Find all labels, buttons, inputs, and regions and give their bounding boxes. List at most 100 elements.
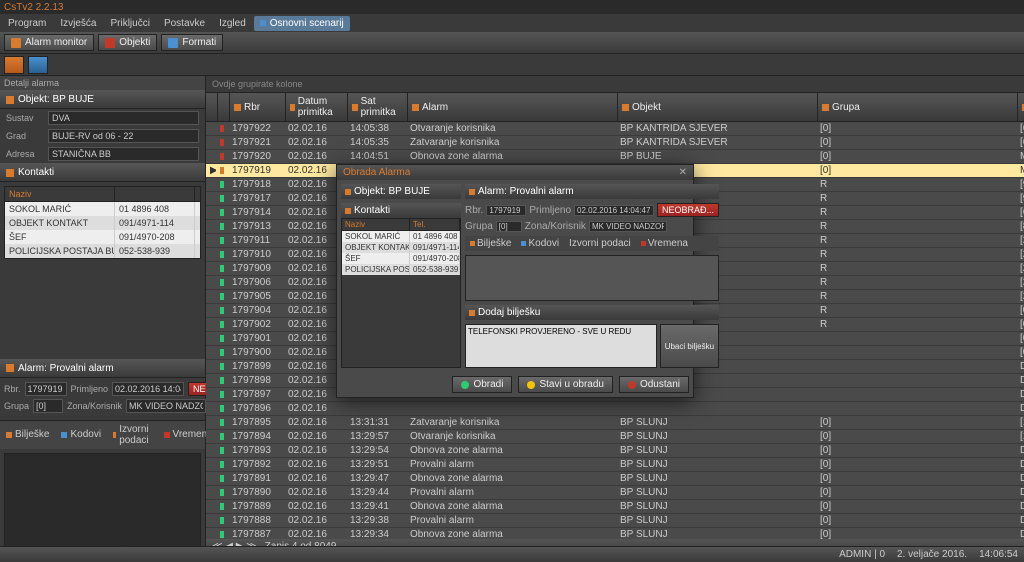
group-bar[interactable]: Ovdje grupirate kolone	[206, 76, 1024, 93]
dlg-note-textarea[interactable]	[465, 324, 657, 368]
table-row[interactable]: 179789302.02.1613:29:54Obnova zone alarm…	[206, 444, 1024, 458]
tab-biljeske[interactable]: Bilješke	[0, 421, 55, 449]
status-icon	[220, 335, 224, 342]
code-icon	[61, 432, 67, 438]
status-admin: ADMIN | 0	[839, 549, 885, 560]
status-icon	[220, 363, 224, 370]
dlg-contacts-table: NazivTel. SOKOL MARIĆ01 4896 408OBJEKT K…	[341, 218, 461, 368]
table-row[interactable]: 179789402.02.1613:29:57Otvaranje korisni…	[206, 430, 1024, 444]
col-alarm[interactable]: Alarm	[408, 93, 618, 121]
details-title: Detalji alarma	[0, 76, 205, 90]
status-icon	[220, 167, 224, 174]
table-row[interactable]: 179789002.02.1613:29:44Provalni alarmBP …	[206, 486, 1024, 500]
menu-postavke[interactable]: Postavke	[158, 16, 211, 31]
sustav-field[interactable]	[48, 111, 199, 125]
grupa-field[interactable]	[33, 399, 63, 413]
table-row[interactable]: 179789502.02.1613:31:31Zatvaranje korisn…	[206, 416, 1024, 430]
dlg-tab-izvorni[interactable]: Izvorni podaci	[564, 236, 636, 251]
stavi-u-obradu-button[interactable]: Stavi u obradu	[518, 376, 613, 393]
dlg-tabs: Bilješke Kodovi Izvorni podaci Vremena	[465, 236, 719, 251]
formati-button[interactable]: Formati	[161, 34, 223, 51]
table-row[interactable]: 179792002.02.1614:04:51Obnova zone alarm…	[206, 150, 1024, 164]
menu-izvjesca[interactable]: Izvješća	[54, 16, 102, 31]
dialog-titlebar[interactable]: Obrada Alarma ✕	[337, 165, 693, 180]
formats-icon	[168, 38, 178, 48]
contact-row[interactable]: SOKOL MARIĆ01 4896 408	[342, 231, 460, 242]
col-date[interactable]: Datum primitka	[286, 93, 348, 121]
dlg-primljeno-field[interactable]	[574, 205, 654, 216]
status-icon	[220, 279, 224, 286]
status-icon	[220, 237, 224, 244]
icon-button-2[interactable]	[28, 56, 48, 74]
table-row[interactable]: 179788702.02.1613:29:34Obnova zone alarm…	[206, 528, 1024, 539]
contact-row[interactable]: SOKOL MARIĆ01 4896 408	[5, 202, 200, 216]
contact-row[interactable]: ŠEF091/4970-208	[5, 230, 200, 244]
scenario-tab[interactable]: Osnovni scenarij	[254, 16, 350, 31]
tab-kodovi[interactable]: Kodovi	[55, 421, 107, 449]
dialog-close-icon[interactable]: ✕	[679, 167, 687, 178]
data-icon	[113, 432, 116, 438]
dialog-left: Objekt: BP BUJE Kontakti NazivTel. SOKOL…	[341, 184, 461, 368]
contact-row[interactable]: OBJEKT KONTAKT091/4971-114	[5, 216, 200, 230]
adresa-field[interactable]	[48, 147, 199, 161]
dlg-kontakti-header: Kontakti	[341, 203, 461, 218]
dlg-object-header: Objekt: BP BUJE	[341, 184, 461, 199]
contact-row[interactable]: ŠEF091/4970-208	[342, 253, 460, 264]
table-row[interactable]: 179789602.02.16DP skladište	[206, 402, 1024, 416]
dlg-rbr-field[interactable]	[486, 205, 526, 216]
detail-content	[4, 453, 201, 551]
code-icon	[521, 241, 526, 246]
tab-izvorni[interactable]: Izvorni podaci	[107, 421, 157, 449]
zona-field[interactable]	[126, 399, 206, 413]
app-title: CsTv2 2.2.13	[4, 2, 63, 13]
primljeno-field[interactable]	[112, 382, 184, 396]
table-row[interactable]: 179792102.02.1614:05:35Zatvaranje korisn…	[206, 136, 1024, 150]
objekti-button[interactable]: Objekti	[98, 34, 157, 51]
dlg-tab-vremena[interactable]: Vremena	[636, 236, 693, 251]
alarm-icon	[469, 189, 475, 195]
dlg-neobr-button[interactable]: NEOBRAĐ...	[657, 203, 719, 217]
contact-row[interactable]: OBJEKT KONTAKT091/4971-114	[342, 242, 460, 253]
dlg-tab-content	[465, 255, 719, 301]
contact-row[interactable]: POLICIJSKA POST...052-538-939	[342, 264, 460, 275]
col-zona[interactable]: Zona/Korisnik	[1018, 93, 1024, 121]
table-row[interactable]: 179789102.02.1613:29:47Obnova zone alarm…	[206, 472, 1024, 486]
contact-row[interactable]: POLICIJSKA POSTAJA BUJE052-538-939	[5, 244, 200, 258]
object-icon	[6, 96, 14, 104]
col-time[interactable]: Sat primitka	[348, 93, 408, 121]
dlg-tab-biljeske[interactable]: Bilješke	[465, 236, 516, 251]
plus-icon	[469, 310, 475, 316]
obradi-button[interactable]: Obradi	[452, 376, 512, 393]
menu-izgled[interactable]: Izgled	[213, 16, 252, 31]
dlg-grupa-field[interactable]	[496, 221, 522, 232]
check-icon	[461, 381, 469, 389]
group-col-icon	[822, 104, 829, 111]
table-row[interactable]: 179788902.02.1613:29:41Obnova zone alarm…	[206, 500, 1024, 514]
rbr-field[interactable]	[25, 382, 67, 396]
dlg-zona-field[interactable]	[589, 221, 667, 232]
status-icon	[220, 503, 224, 510]
alarm-monitor-button[interactable]: Alarm monitor	[4, 34, 94, 51]
contacts-table: Naziv SOKOL MARIĆ01 4896 408OBJEKT KONTA…	[4, 186, 201, 259]
menu-prikljucci[interactable]: Priključci	[104, 16, 155, 31]
spacer	[0, 263, 205, 359]
ubaci-biljseku-button[interactable]: Ubaci bilješku	[660, 324, 719, 368]
status-icon	[220, 139, 224, 146]
odustani-button[interactable]: Odustani	[619, 376, 689, 393]
status-icon	[220, 349, 224, 356]
statusbar: ADMIN | 0 2. veljače 2016. 14:06:54	[0, 546, 1024, 562]
col-rbr[interactable]: Rbr	[230, 93, 286, 121]
grad-field[interactable]	[48, 129, 199, 143]
col-objekt[interactable]: Objekt	[618, 93, 818, 121]
tab-icon	[260, 20, 266, 26]
table-row[interactable]: 179788802.02.1613:29:38Provalni alarmBP …	[206, 514, 1024, 528]
table-row[interactable]: 179789202.02.1613:29:51Provalni alarmBP …	[206, 458, 1024, 472]
col-grupa[interactable]: Grupa	[818, 93, 1018, 121]
status-icon	[220, 475, 224, 482]
left-panel: Detalji alarma Objekt: BP BUJE Sustav Gr…	[0, 76, 206, 554]
icon-button-1[interactable]	[4, 56, 24, 74]
table-row[interactable]: 179792202.02.1614:05:38Otvaranje korisni…	[206, 122, 1024, 136]
dlg-tab-kodovi[interactable]: Kodovi	[516, 236, 564, 251]
menu-program[interactable]: Program	[2, 16, 52, 31]
alarm-col-icon	[412, 104, 419, 111]
